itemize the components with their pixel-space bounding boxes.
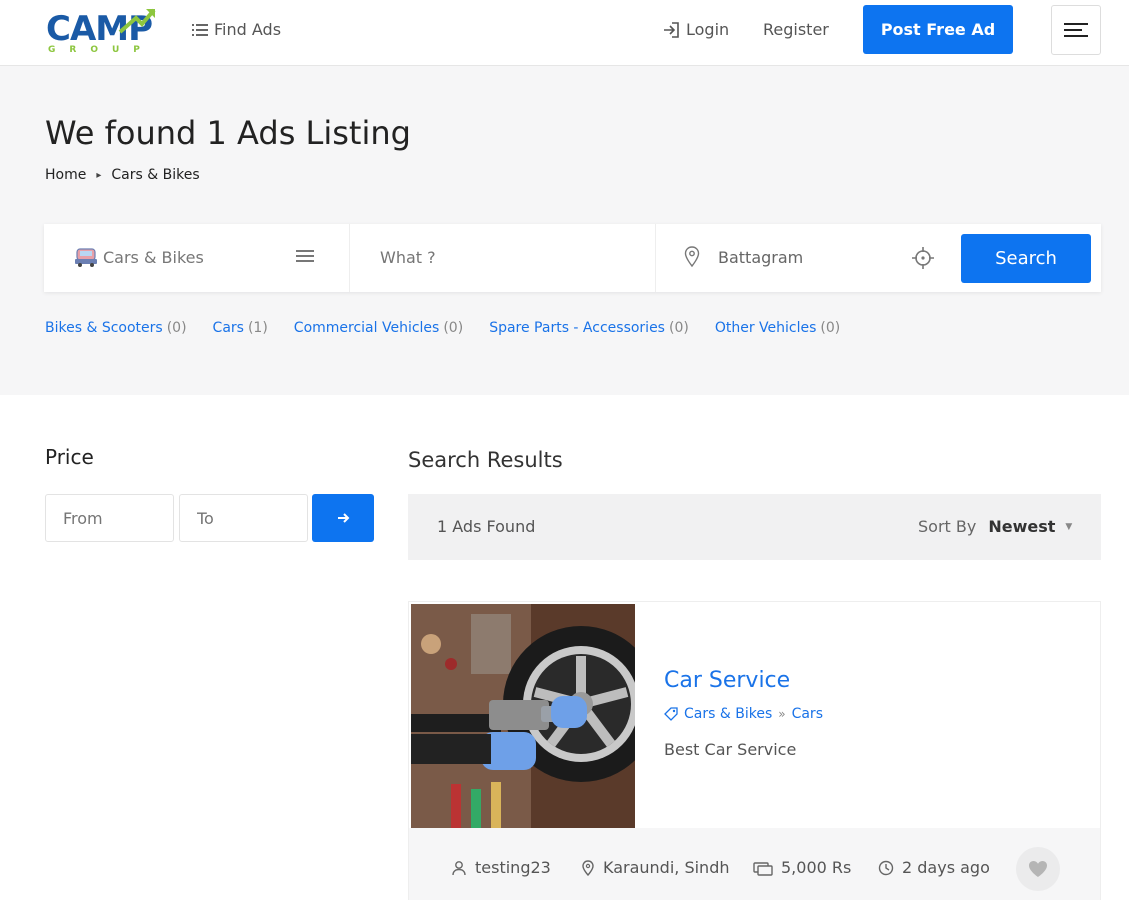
- double-chevron-right-icon: »: [778, 707, 786, 721]
- category-count: (0): [820, 320, 841, 336]
- ad-category-link[interactable]: Cars & Bikes: [684, 706, 772, 722]
- breadcrumb-separator-icon: ▸: [96, 169, 102, 181]
- location-value: Battagram: [718, 248, 804, 267]
- site-header: CAMP GROUP Find Ads Login Register Post …: [0, 0, 1129, 66]
- category-link-label: Spare Parts - Accessories: [489, 320, 665, 336]
- crosshair-icon[interactable]: [911, 246, 935, 270]
- logo-arrow-icon: [118, 8, 156, 34]
- tag-icon: [664, 707, 678, 721]
- heart-icon: [1029, 861, 1047, 877]
- search-bar: Cars & Bikes Battagram Search: [44, 224, 1101, 292]
- ad-category-path: Cars & Bikes » Cars: [664, 706, 823, 722]
- sort-value: Newest: [988, 517, 1056, 536]
- page-title: We found 1 Ads Listing: [45, 114, 411, 152]
- ad-meta-bar: testing23 Karaundi, Sindh 5,000 Rs 2 day…: [409, 828, 1100, 900]
- caret-down-icon: ▼: [1065, 521, 1073, 532]
- ad-description: Best Car Service: [664, 740, 797, 759]
- sign-in-icon: [664, 21, 679, 38]
- results-count: 1 Ads Found: [437, 517, 536, 536]
- arrow-right-icon: [338, 513, 350, 523]
- breadcrumb-current: Cars & Bikes: [111, 167, 200, 183]
- logo-sub-text: GROUP: [48, 45, 154, 55]
- price-to-input[interactable]: [179, 494, 308, 542]
- category-link-spare-parts[interactable]: Spare Parts - Accessories (0): [489, 320, 689, 336]
- sort-label: Sort By: [918, 517, 977, 536]
- clock-icon: [878, 860, 894, 875]
- ad-location: Karaundi, Sindh: [581, 858, 730, 877]
- money-icon: [753, 861, 773, 876]
- category-count: (0): [443, 320, 464, 336]
- price-from-input[interactable]: [45, 494, 174, 542]
- list-icon: [192, 23, 208, 36]
- ad-subcategory-link[interactable]: Cars: [792, 706, 823, 722]
- category-link-label: Cars: [212, 320, 244, 336]
- register-link[interactable]: Register: [763, 20, 829, 39]
- category-link-commercial-vehicles[interactable]: Commercial Vehicles (0): [294, 320, 463, 336]
- category-count: (0): [668, 320, 689, 336]
- category-count: (1): [247, 320, 268, 336]
- location-field[interactable]: Battagram: [656, 224, 946, 292]
- ad-card[interactable]: Car Service Cars & Bikes » Cars Best Car…: [408, 601, 1101, 900]
- post-free-ad-button[interactable]: Post Free Ad: [863, 5, 1013, 54]
- list-icon: [296, 250, 314, 262]
- keyword-input[interactable]: [380, 248, 620, 267]
- category-links: Bikes & Scooters (0) Cars (1) Commercial V…: [45, 320, 840, 336]
- ad-posted: 2 days ago: [878, 858, 990, 877]
- user-icon: [452, 860, 466, 875]
- category-link-label: Commercial Vehicles: [293, 320, 440, 336]
- keyword-field: [350, 224, 656, 292]
- category-link-other-vehicles[interactable]: Other Vehicles (0): [715, 320, 840, 336]
- category-link-label: Other Vehicles: [714, 320, 817, 336]
- category-select[interactable]: Cars & Bikes: [44, 224, 350, 292]
- price-filter-title: Price: [45, 445, 94, 469]
- category-link-cars[interactable]: Cars (1): [213, 320, 268, 336]
- login-link[interactable]: Login: [662, 20, 729, 39]
- favorite-button[interactable]: [1016, 847, 1060, 891]
- category-link-bikes-scooters[interactable]: Bikes & Scooters (0): [45, 320, 187, 336]
- car-service-photo: [411, 604, 635, 828]
- map-pin-icon: [582, 859, 594, 876]
- login-label: Login: [686, 20, 730, 39]
- search-button[interactable]: Search: [961, 234, 1091, 283]
- menu-toggle-button[interactable]: [1051, 5, 1101, 55]
- find-ads-link[interactable]: Find Ads: [192, 20, 281, 39]
- ad-posted-text: 2 days ago: [902, 858, 990, 877]
- car-icon: [75, 248, 97, 267]
- results-title: Search Results: [408, 448, 563, 472]
- find-ads-label: Find Ads: [214, 20, 282, 39]
- ad-location-text: Karaundi, Sindh: [603, 858, 730, 877]
- ad-user-name: testing23: [475, 858, 551, 877]
- camp-group-logo[interactable]: CAMP GROUP: [46, 6, 158, 58]
- ad-title-link[interactable]: Car Service: [664, 668, 790, 693]
- category-select-value: Cars & Bikes: [103, 248, 204, 267]
- map-pin-icon: [684, 246, 700, 268]
- ad-price: 5,000 Rs: [753, 858, 851, 877]
- category-count: (0): [166, 320, 187, 336]
- breadcrumb-home[interactable]: Home: [45, 167, 86, 183]
- breadcrumb: Home ▸ Cars & Bikes: [45, 167, 200, 183]
- ad-thumbnail[interactable]: [411, 604, 635, 828]
- ad-price-text: 5,000 Rs: [781, 858, 852, 877]
- sort-dropdown[interactable]: Sort By Newest ▼: [918, 517, 1072, 536]
- ad-user[interactable]: testing23: [451, 858, 551, 877]
- results-toolbar: 1 Ads Found Sort By Newest ▼: [408, 494, 1101, 560]
- hamburger-icon: [1064, 23, 1088, 37]
- price-apply-button[interactable]: [312, 494, 374, 542]
- category-link-label: Bikes & Scooters: [45, 320, 163, 336]
